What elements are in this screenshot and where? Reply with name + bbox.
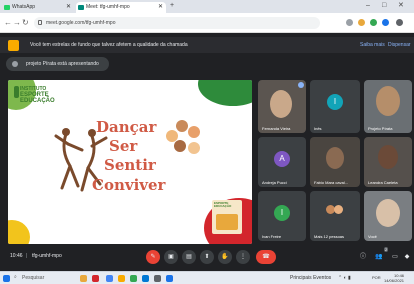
search-icon[interactable]: ⌕ — [14, 274, 17, 280]
present-icon — [12, 61, 18, 67]
end-call-button[interactable]: ☎ — [256, 250, 276, 264]
participant-video — [378, 145, 398, 169]
participant-video — [270, 90, 292, 118]
institute-logo: INSTITUTO ESPORTE EDUCAÇÃO — [14, 86, 55, 104]
green-decoration — [198, 80, 252, 106]
profile-avatar[interactable] — [396, 19, 403, 26]
new-tab-button[interactable]: + — [170, 0, 174, 12]
close-tab-icon[interactable]: ✕ — [158, 2, 163, 13]
close-window-button[interactable]: ✕ — [398, 0, 404, 12]
participant-tile[interactable]: Leandra Caeleta — [364, 137, 412, 187]
slide-word-ser: Ser — [109, 137, 138, 155]
news-widget[interactable]: Principais Eventos — [290, 275, 331, 281]
forward-arrow-icon[interactable]: → — [13, 17, 21, 29]
language-indicator[interactable]: POR — [372, 275, 381, 280]
present-button[interactable]: ⬆ — [200, 250, 214, 264]
chrome-icon[interactable] — [130, 275, 137, 282]
extension-icon[interactable] — [370, 19, 377, 26]
taskbar-app-icon[interactable] — [92, 275, 99, 282]
learn-more-link[interactable]: Saiba mais — [360, 37, 385, 53]
close-tab-icon[interactable]: ✕ — [66, 2, 71, 13]
camera-permission-icon[interactable] — [346, 19, 353, 26]
back-arrow-icon[interactable]: ← — [4, 17, 12, 29]
maximize-button[interactable]: □ — [382, 0, 386, 12]
self-video — [376, 199, 400, 227]
system-clock[interactable]: 10:46 14/06/2021 — [384, 273, 404, 283]
participants-icon[interactable]: 👥 — [372, 250, 386, 264]
meeting-time: 10:46 — [10, 253, 23, 259]
camera-button[interactable]: ▣ — [164, 250, 178, 264]
participant-tile[interactable]: Projeto Pírata — [364, 80, 412, 133]
taskbar-app-icon[interactable] — [154, 275, 161, 282]
windows-start-icon[interactable] — [3, 275, 10, 282]
yellow-decoration — [8, 220, 30, 244]
children-faces-illustration — [166, 120, 206, 156]
participant-video — [376, 86, 400, 116]
participant-tile[interactable]: A Andreja Pucci — [258, 137, 306, 187]
tray-icons[interactable]: ⌃ ◐ ▮ — [338, 275, 351, 281]
taskbar-search-field[interactable]: Pesquisar — [22, 275, 44, 281]
raise-hand-button[interactable]: ✋ — [218, 250, 232, 264]
separator: | — [26, 253, 28, 259]
participant-count-badge: 2 — [384, 247, 389, 252]
edge-icon[interactable] — [142, 275, 149, 282]
captions-button[interactable]: ▤ — [182, 250, 196, 264]
taskbar-app-icon[interactable] — [80, 275, 87, 282]
more-participants-tile[interactable]: Mais 12 pessoas — [310, 191, 360, 241]
meet-icon — [78, 5, 84, 10]
slide-word-sentir: Sentir — [104, 156, 156, 174]
presentation-slide: INSTITUTO ESPORTE EDUCAÇÃO Dançar Ser Se… — [8, 80, 252, 244]
browser-tab-bar: WhatsApp ✕ Meet: tfg-umhf-mpo ✕ + – □ ✕ — [0, 0, 414, 13]
participant-tile[interactable]: I Ivan Freire — [258, 191, 306, 241]
taskbar-app-icon[interactable] — [106, 275, 113, 282]
slide-word-dancar: Dançar — [96, 118, 157, 136]
os-taskbar: ⌕ Pesquisar Principais Eventos ⌃ ◐ ▮ POR… — [0, 271, 414, 284]
participant-avatar: A — [274, 151, 290, 167]
small-logo: ESPORTE EDUCAÇÃO — [212, 200, 242, 234]
participant-avatar: I — [274, 205, 290, 221]
slide-word-conviver: Conviver — [92, 176, 166, 194]
pin-icon[interactable] — [298, 82, 304, 88]
star-icon[interactable] — [358, 19, 365, 26]
reload-icon[interactable]: ↻ — [22, 17, 29, 29]
participant-video — [326, 147, 344, 169]
url-field[interactable]: meet.google.com/tfg-umhf-mpo — [34, 17, 320, 29]
participant-tile[interactable]: Fabio Mara caval... — [310, 137, 360, 187]
participant-avatar: I — [327, 94, 343, 110]
warning-icon — [8, 40, 19, 51]
logo-mark-icon — [14, 86, 19, 98]
whatsapp-icon — [4, 5, 10, 10]
presenting-notification: projeto Pírata está apresentando — [6, 57, 109, 71]
tab-meet[interactable]: Meet: tfg-umhf-mpo ✕ — [76, 2, 166, 13]
lock-icon — [38, 20, 42, 25]
info-icon[interactable]: ⓘ — [356, 250, 370, 264]
address-bar: ← → ↻ meet.google.com/tfg-umhf-mpo — [0, 13, 414, 33]
taskbar-app-icon[interactable] — [166, 275, 173, 282]
meeting-code: tfg-umhf-mpo — [32, 253, 62, 259]
minimize-button[interactable]: – — [366, 0, 370, 12]
tab-whatsapp[interactable]: WhatsApp ✕ — [2, 2, 74, 13]
extension-icon[interactable] — [382, 19, 389, 26]
self-view-tile[interactable]: Você — [364, 191, 412, 241]
more-options-button[interactable]: ⋮ — [236, 250, 250, 264]
file-explorer-icon[interactable] — [118, 275, 125, 282]
mic-off-button[interactable]: ✎ — [146, 250, 160, 264]
participant-avatar — [334, 205, 343, 214]
activities-icon[interactable]: ◆ — [400, 250, 414, 264]
participant-tile[interactable]: Fernanda Vieira — [258, 80, 306, 133]
participant-tile[interactable]: I Inês — [310, 80, 360, 133]
meeting-controls: 10:46 | tfg-umhf-mpo ✎ ▣ ▤ ⬆ ✋ ⋮ ☎ ⓘ 👥 2… — [0, 246, 414, 270]
dismiss-link[interactable]: Dispensar — [388, 37, 411, 53]
quality-warning-banner: Você tem estrelas de fundo que talvez af… — [0, 37, 414, 53]
